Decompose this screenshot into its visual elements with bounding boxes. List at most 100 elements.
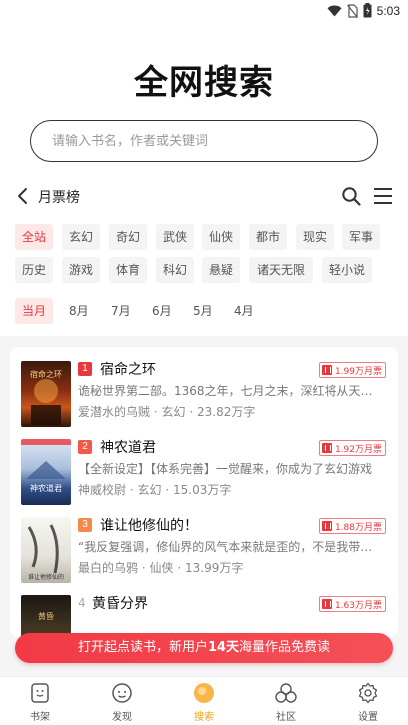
tab-label: 社区 — [276, 712, 296, 723]
book-title[interactable]: 神农道君 — [100, 437, 156, 457]
meta-separator: · — [141, 561, 146, 575]
month-tab[interactable]: 当月 — [15, 298, 54, 324]
page-title: 全网搜索 — [134, 63, 274, 103]
promo-highlight: 14天 — [207, 640, 240, 655]
tab-label: 发现 — [112, 712, 132, 723]
book-cover[interactable]: 黄昏 — [21, 595, 71, 637]
cover-art-icon: 宿命之环 — [30, 369, 62, 425]
chip-category[interactable]: 奇幻 — [109, 224, 147, 250]
ticket-badge: 1.88万月票 — [318, 518, 386, 534]
month-tab[interactable]: 4月 — [227, 298, 261, 324]
chip-category[interactable]: 体育 — [109, 257, 147, 283]
rank-badge: 3 — [78, 518, 92, 532]
ticket-icon — [321, 599, 332, 609]
list-item[interactable]: 神农道君 2 神农道君 1.92万月票 【全新设定】【体系完善】一觉醒来，你成为… — [10, 439, 398, 515]
chip-category[interactable]: 全站 — [15, 224, 53, 250]
promo-banner[interactable]: 打开起点读书，新用户14天海量作品免费读 — [15, 633, 393, 663]
search-input[interactable] — [52, 133, 352, 149]
tab-label: 书架 — [30, 712, 50, 723]
rank-nav: 月票榜 — [0, 180, 408, 212]
rank-badge: 1 — [78, 362, 92, 376]
ticket-count: 1.99万月票 — [334, 366, 382, 377]
book-words: 13.99万字 — [185, 561, 244, 575]
month-tab[interactable]: 6月 — [145, 298, 179, 324]
cover-title: 黄昏 — [38, 611, 54, 621]
tab-discover[interactable]: 发现 — [92, 682, 152, 723]
book-title[interactable]: 谁让他修仙的！ — [100, 515, 198, 535]
chip-category[interactable]: 现实 — [296, 224, 334, 250]
ticket-badge: 1.63万月票 — [318, 596, 386, 612]
community-icon — [275, 683, 297, 703]
book-author: 最白的乌鸦 — [78, 561, 139, 575]
promo-prefix: 打开起点读书，新用户 — [77, 640, 208, 655]
month-tab[interactable]: 8月 — [62, 298, 96, 324]
book-description: 诡秘世界第二部。1368之年，七月之末，深红将从天而降 — [78, 384, 383, 398]
tab-label: 设置 — [358, 712, 378, 723]
promo-suffix: 海量作品免费读 — [239, 640, 331, 655]
search-tab-icon — [194, 683, 214, 703]
bottom-tab-bar: 书架 发现 搜索 社区 设置 — [0, 676, 408, 725]
ticket-icon — [321, 443, 332, 453]
chip-category[interactable]: 悬疑 — [202, 257, 240, 283]
chip-category[interactable]: 科幻 — [156, 257, 194, 283]
chip-category[interactable]: 轻小说 — [322, 257, 372, 283]
chip-category[interactable]: 都市 — [249, 224, 287, 250]
chip-category[interactable]: 诸天无限 — [249, 257, 313, 283]
book-category: 玄幻 — [137, 483, 162, 497]
chip-category[interactable]: 仙侠 — [202, 224, 240, 250]
cover-art-icon: 黄昏 — [38, 611, 54, 621]
tab-label: 搜索 — [194, 712, 214, 723]
book-title[interactable]: 宿命之环 — [100, 359, 156, 379]
status-icons: 5:03 — [327, 3, 400, 18]
chip-category[interactable]: 游戏 — [62, 257, 100, 283]
chip-category[interactable]: 玄幻 — [62, 224, 100, 250]
rank-title[interactable]: 月票榜 — [38, 187, 80, 207]
meta-separator: · — [153, 405, 158, 419]
book-cover[interactable]: 神农道君 — [21, 439, 71, 505]
book-author: 爱潜水的乌贼 — [78, 405, 151, 419]
book-title[interactable]: 黄昏分界 — [92, 593, 148, 613]
chip-category[interactable]: 历史 — [15, 257, 53, 283]
meta-separator: · — [177, 561, 182, 575]
rank-badge: 2 — [78, 440, 92, 454]
ticket-icon — [321, 365, 332, 375]
book-meta: 爱潜水的乌贼 · 玄幻 · 23.82万字 — [78, 403, 255, 420]
chip-category[interactable]: 武侠 — [156, 224, 194, 250]
month-tab[interactable]: 7月 — [104, 298, 138, 324]
rank-number: 4 — [78, 596, 86, 610]
list-item[interactable]: 黄昏 4 黄昏分界 1.63万月票 — [10, 595, 398, 637]
ticket-count: 1.88万月票 — [334, 522, 382, 533]
list-item[interactable]: 谁让他修仙的 3 谁让他修仙的！ 1.88万月票 “我反复强调，修仙界的风气本来… — [10, 517, 398, 593]
book-words: 23.82万字 — [197, 405, 256, 419]
book-meta: 最白的乌鸦 · 仙侠 · 13.99万字 — [78, 559, 243, 576]
book-category: 玄幻 — [161, 405, 186, 419]
book-cover[interactable]: 谁让他修仙的 — [21, 517, 71, 583]
search-icon[interactable] — [341, 186, 361, 206]
tab-settings[interactable]: 设置 — [338, 682, 398, 723]
discover-icon — [112, 683, 132, 703]
cover-title: 神农道君 — [30, 483, 62, 493]
search-box[interactable] — [30, 120, 378, 162]
book-meta: 神威校尉 · 玄幻 · 15.03万字 — [78, 481, 231, 498]
tab-search[interactable]: 搜索 — [174, 682, 234, 723]
meta-separator: · — [165, 483, 170, 497]
month-tab[interactable]: 5月 — [186, 298, 220, 324]
list-item[interactable]: 宿命之环 1 宿命之环 1.99万月票 诡秘世界第二部。1368之年，七月之末，… — [10, 361, 398, 437]
menu-icon[interactable] — [373, 187, 393, 205]
bookshelf-icon — [31, 683, 49, 703]
ticket-badge: 1.92万月票 — [318, 440, 386, 456]
book-category: 仙侠 — [149, 561, 174, 575]
cover-art-icon: 神农道君 — [21, 439, 71, 493]
tab-community[interactable]: 社区 — [256, 682, 316, 723]
wifi-icon — [327, 5, 342, 16]
tab-bookshelf[interactable]: 书架 — [10, 682, 70, 723]
book-description: “我反复强调，修仙界的风气本来就是歪的，不是我带歪的 — [78, 540, 383, 554]
status-time: 5:03 — [376, 3, 400, 18]
book-cover[interactable]: 宿命之环 — [21, 361, 71, 427]
book-description: 【全新设定】【体系完善】一觉醒来，你成为了玄幻游戏 — [78, 462, 373, 476]
cover-title: 宿命之环 — [30, 369, 62, 379]
status-bar: 5:03 — [0, 0, 408, 24]
meta-separator: · — [189, 405, 194, 419]
back-arrow-icon[interactable] — [16, 186, 30, 206]
chip-category[interactable]: 军事 — [342, 224, 380, 250]
